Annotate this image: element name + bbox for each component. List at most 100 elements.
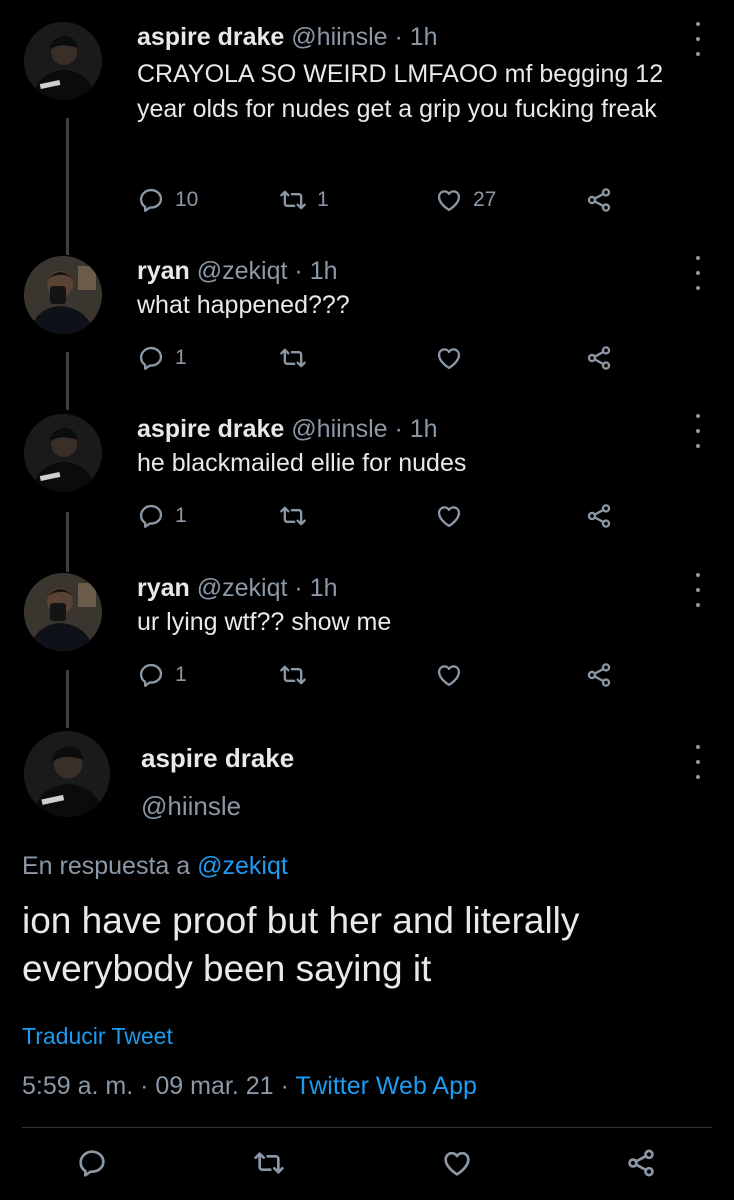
like-button[interactable] <box>435 658 463 692</box>
tweet-text: ion have proof but her and literally eve… <box>22 900 580 989</box>
tweet-meta: 5:59 a. m. · 09 mar. 21 · Twitter Web Ap… <box>22 1072 477 1101</box>
reply-icon <box>139 504 163 528</box>
thread-line <box>66 352 69 410</box>
more-vertical-icon[interactable] <box>686 573 710 607</box>
retweet-count: 1 <box>317 188 329 211</box>
avatar[interactable] <box>24 414 102 492</box>
timestamp[interactable]: 1h <box>410 23 438 51</box>
heart-icon <box>437 665 461 687</box>
main-actions-bar <box>0 1146 734 1192</box>
timestamp[interactable]: 1h <box>310 257 338 285</box>
translate-tweet-link[interactable]: Traducir Tweet <box>22 1023 173 1050</box>
avatar-photo-icon <box>24 731 110 817</box>
retweet-button[interactable] <box>279 499 307 533</box>
share-icon <box>628 1149 654 1177</box>
author-name[interactable]: aspire drake <box>137 415 284 443</box>
heart-icon <box>437 348 461 370</box>
reply-mention-link[interactable]: @zekiqt <box>197 852 288 880</box>
separator: · <box>294 574 303 602</box>
divider <box>22 1127 712 1128</box>
reply-icon <box>139 188 163 212</box>
author-name[interactable]: aspire drake <box>137 23 284 51</box>
like-button[interactable] <box>441 1146 473 1180</box>
retweet-button[interactable] <box>253 1146 285 1180</box>
retweet-button[interactable]: 1 <box>279 183 329 217</box>
author-handle[interactable]: @zekiqt <box>197 574 288 602</box>
avatar-photo-icon <box>24 256 102 334</box>
author-name[interactable]: aspire drake <box>141 743 294 774</box>
reply-button[interactable]: 1 <box>137 658 187 692</box>
tweet-text: ur lying wtf?? show me <box>137 608 392 636</box>
separator: · <box>394 23 403 51</box>
author-handle[interactable]: @hiinsle <box>291 23 387 51</box>
author-handle[interactable]: @hiinsle <box>141 791 241 822</box>
reply-button[interactable]: 1 <box>137 499 187 533</box>
like-button[interactable]: 27 <box>435 183 496 217</box>
separator: · <box>280 1072 289 1100</box>
reply-count: 1 <box>175 663 187 686</box>
share-button[interactable] <box>585 183 613 217</box>
reply-icon <box>79 1150 105 1177</box>
heart-icon <box>444 1151 470 1176</box>
author-name[interactable]: ryan <box>137 574 190 602</box>
reply-icon <box>139 663 163 687</box>
reply-button[interactable]: 1 <box>137 341 187 375</box>
tweet-text: CRAYOLA SO WEIRD LMFAOO mf begging 12 ye… <box>137 60 664 123</box>
share-button[interactable] <box>585 499 613 533</box>
thread-line <box>66 118 69 255</box>
reply-icon <box>139 346 163 370</box>
retweet-icon <box>280 190 306 210</box>
tweet-text: what happened??? <box>137 291 350 319</box>
thread-line <box>66 670 69 728</box>
avatar[interactable] <box>24 22 102 100</box>
separator: · <box>294 257 303 285</box>
heart-icon <box>437 190 461 212</box>
reply-prefix: En respuesta a <box>22 852 191 880</box>
author-name[interactable]: ryan <box>137 257 190 285</box>
timestamp[interactable]: 5:59 a. m. <box>22 1072 133 1100</box>
separator: · <box>140 1072 149 1100</box>
author-handle[interactable]: @zekiqt <box>197 257 288 285</box>
retweet-icon <box>280 665 306 685</box>
share-button[interactable] <box>585 658 613 692</box>
like-button[interactable] <box>435 341 463 375</box>
date[interactable]: 09 mar. 21 <box>155 1072 273 1100</box>
retweet-button[interactable] <box>279 341 307 375</box>
reply-button[interactable]: 10 <box>137 183 198 217</box>
source-app-link[interactable]: Twitter Web App <box>295 1072 477 1100</box>
reply-count: 10 <box>175 188 199 211</box>
retweet-icon <box>280 348 306 368</box>
avatar[interactable] <box>24 731 110 817</box>
share-icon <box>587 346 611 370</box>
timestamp[interactable]: 1h <box>410 415 438 443</box>
share-button[interactable] <box>625 1146 657 1180</box>
share-icon <box>587 504 611 528</box>
more-vertical-icon[interactable] <box>686 256 710 290</box>
heart-icon <box>437 506 461 528</box>
reply-context: En respuesta a @zekiqt <box>22 852 288 881</box>
like-button[interactable] <box>435 499 463 533</box>
author-handle[interactable]: @hiinsle <box>291 415 387 443</box>
thread-line <box>66 512 69 572</box>
more-vertical-icon[interactable] <box>686 22 710 56</box>
avatar-photo-icon <box>24 573 102 651</box>
share-icon <box>587 188 611 212</box>
like-count: 27 <box>473 188 497 211</box>
avatar[interactable] <box>24 256 102 334</box>
timestamp[interactable]: 1h <box>310 574 338 602</box>
avatar-photo-icon <box>24 22 102 100</box>
reply-button[interactable] <box>76 1146 108 1180</box>
reply-count: 1 <box>175 346 187 369</box>
avatar-photo-icon <box>24 414 102 492</box>
separator: · <box>394 415 403 443</box>
share-icon <box>587 663 611 687</box>
more-vertical-icon[interactable] <box>686 414 710 448</box>
tweet-text: he blackmailed ellie for nudes <box>137 449 467 477</box>
avatar[interactable] <box>24 573 102 651</box>
more-vertical-icon[interactable] <box>686 745 710 779</box>
share-button[interactable] <box>585 341 613 375</box>
retweet-button[interactable] <box>279 658 307 692</box>
retweet-icon <box>280 506 306 526</box>
reply-count: 1 <box>175 504 187 527</box>
retweet-icon <box>254 1152 284 1174</box>
